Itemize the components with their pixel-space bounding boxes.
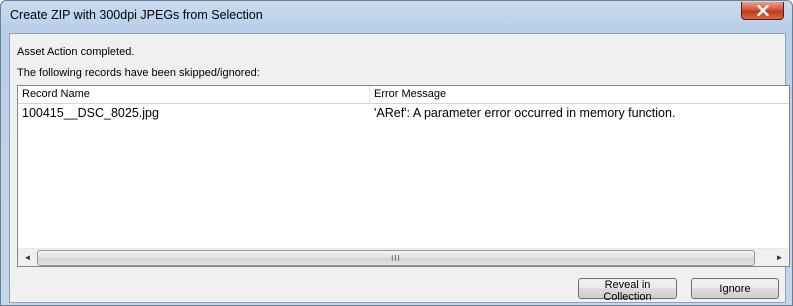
horizontal-scrollbar[interactable]: ◄ III ►: [18, 248, 789, 266]
dialog-window: Create ZIP with 300dpi JPEGs from Select…: [0, 0, 793, 306]
record-name-cell: 100415__DSC_8025.jpg: [22, 106, 159, 120]
ignore-button[interactable]: Ignore: [691, 278, 779, 299]
reveal-in-collection-button[interactable]: Reveal in Collection: [578, 278, 677, 303]
title-bar[interactable]: Create ZIP with 300dpi JPEGs from Select…: [1, 1, 792, 33]
skipped-notice: The following records have been skipped/…: [17, 67, 260, 79]
dialog-body: Asset Action completed. The following re…: [9, 33, 790, 303]
scrollbar-grip: III: [391, 253, 401, 263]
scrollbar-thumb[interactable]: III: [37, 250, 755, 266]
error-message-cell: 'ARef': A parameter error occurred in me…: [374, 106, 676, 120]
column-header-error-message[interactable]: Error Message: [370, 86, 789, 103]
close-icon: [756, 5, 769, 16]
window-title: Create ZIP with 300dpi JPEGs from Select…: [10, 8, 263, 22]
skipped-records-table[interactable]: Record Name Error Message 100415__DSC_80…: [17, 85, 790, 267]
column-header-record-name[interactable]: Record Name: [18, 86, 370, 103]
table-header: Record Name Error Message: [18, 86, 789, 104]
close-button[interactable]: [741, 2, 784, 20]
scroll-left-icon[interactable]: ◄: [19, 249, 36, 266]
scroll-right-icon[interactable]: ►: [771, 249, 788, 266]
completed-message: Asset Action completed.: [17, 46, 135, 58]
